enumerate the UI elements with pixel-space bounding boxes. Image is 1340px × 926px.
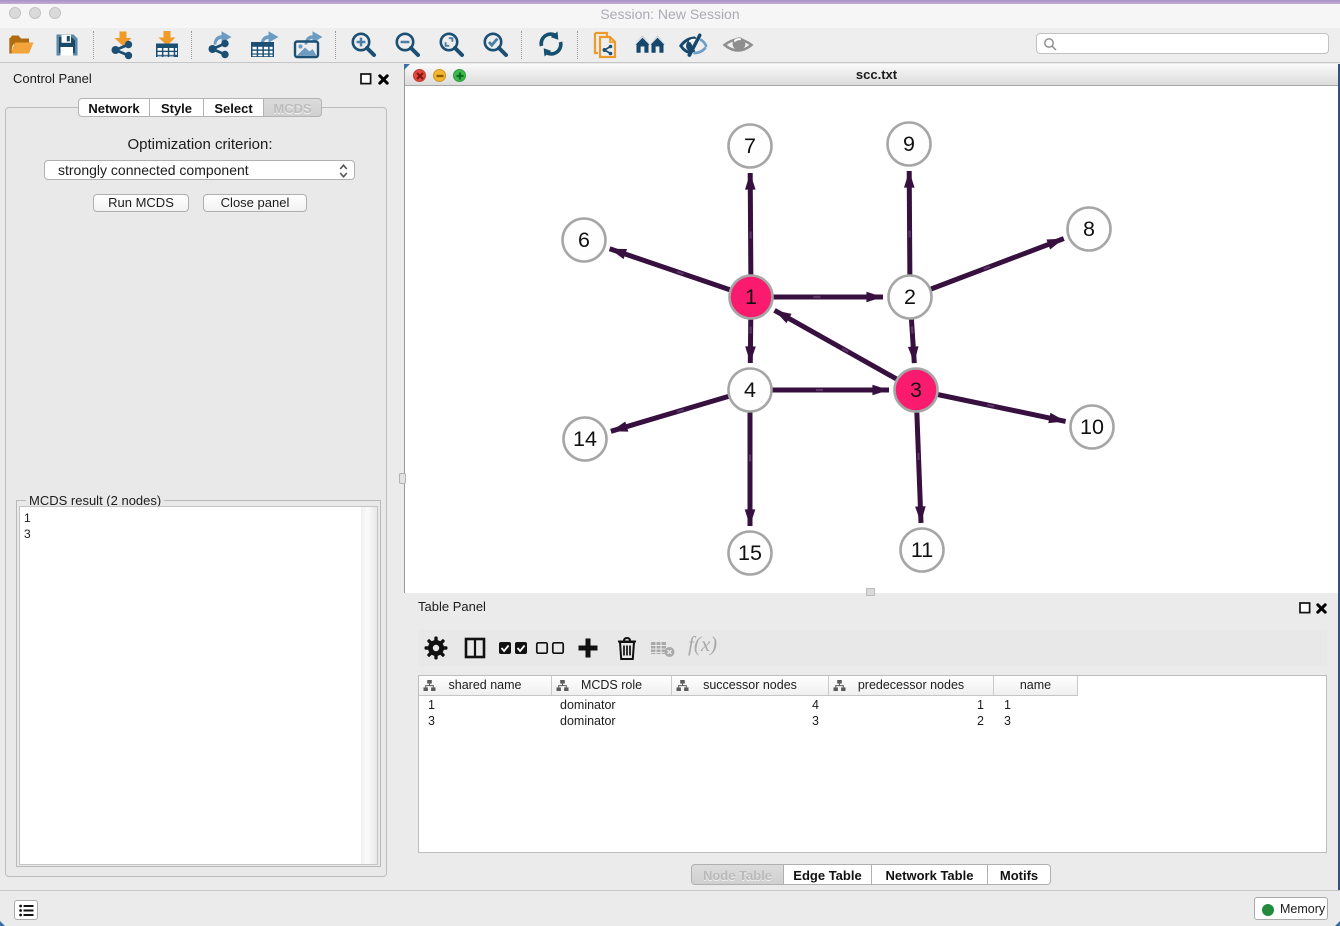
svg-text:6: 6 xyxy=(578,228,590,252)
svg-text:3: 3 xyxy=(910,378,922,402)
svg-text:15: 15 xyxy=(738,541,762,565)
svg-text:2: 2 xyxy=(904,285,916,309)
svg-text:11: 11 xyxy=(911,538,933,562)
svg-text:10: 10 xyxy=(1080,415,1104,439)
svg-text:1: 1 xyxy=(745,285,757,309)
svg-text:4: 4 xyxy=(744,378,756,402)
svg-text:8: 8 xyxy=(1083,217,1095,241)
svg-text:14: 14 xyxy=(573,427,597,451)
svg-text:7: 7 xyxy=(744,134,756,158)
svg-text:9: 9 xyxy=(903,132,915,156)
